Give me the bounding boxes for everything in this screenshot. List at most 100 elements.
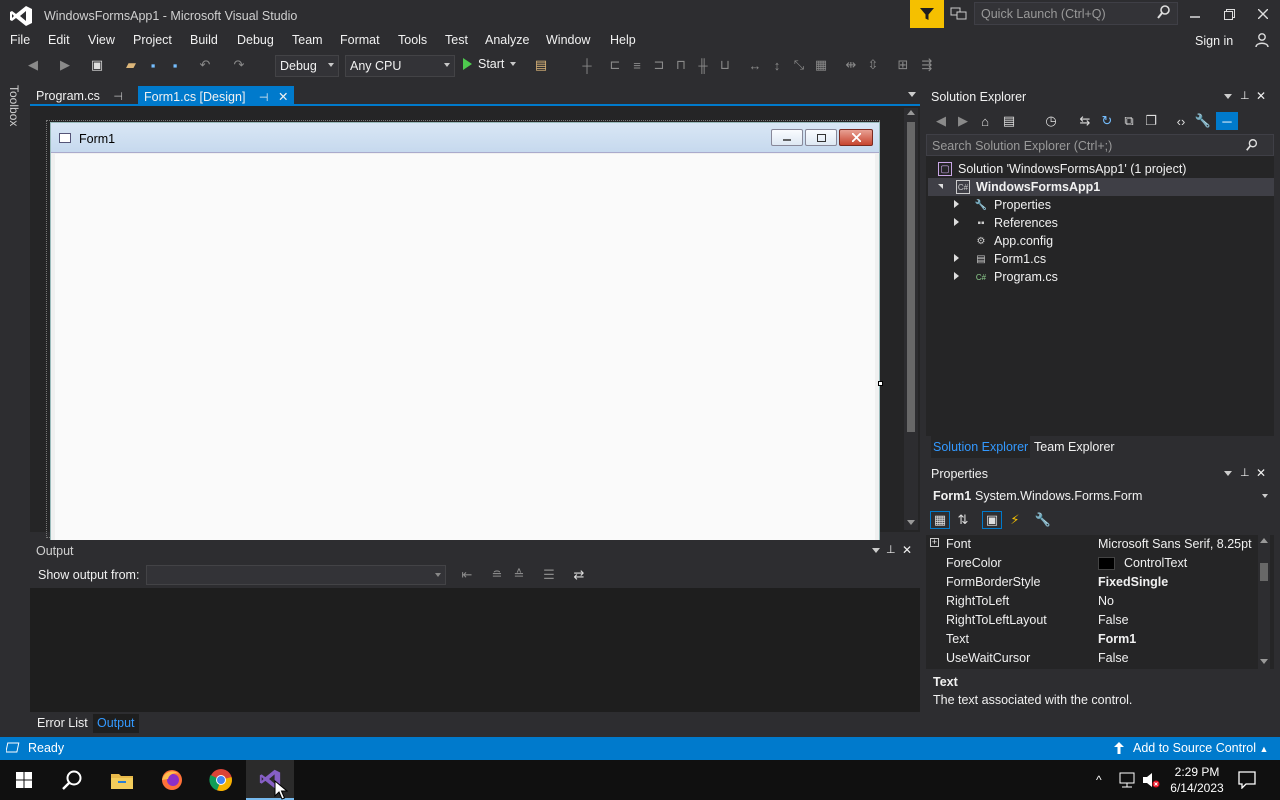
menu-format[interactable]: Format: [340, 33, 380, 47]
volume-muted-icon[interactable]: [1142, 772, 1160, 788]
scroll-up-arrow-icon[interactable]: [1260, 538, 1268, 543]
property-row[interactable]: ForeColor ControlText: [926, 554, 1254, 573]
close-window-button[interactable]: [1246, 0, 1280, 28]
scroll-up-arrow-icon[interactable]: [907, 110, 915, 115]
home-icon[interactable]: ⌂: [976, 112, 994, 130]
collapsed-arrow-icon[interactable]: [954, 272, 959, 280]
preview-selected-icon[interactable]: ─: [1216, 112, 1238, 130]
scroll-down-arrow-icon[interactable]: [1260, 659, 1268, 664]
find-message-icon[interactable]: ⇤: [458, 566, 476, 584]
new-project-icon[interactable]: ▣: [88, 56, 106, 74]
align-tops-icon[interactable]: ⊓: [672, 56, 690, 74]
make-same-width-icon[interactable]: ↔: [746, 56, 764, 74]
forward-icon[interactable]: ▶: [56, 56, 74, 74]
align-middles-icon[interactable]: ╫: [694, 56, 712, 74]
sign-in-link[interactable]: Sign in: [1195, 34, 1233, 48]
system-clock[interactable]: 2:29 PM 6/14/2023: [1164, 764, 1230, 796]
make-same-size-icon[interactable]: ⤡: [790, 56, 808, 74]
tab-solution-explorer[interactable]: Solution Explorer: [931, 436, 1031, 458]
start-button[interactable]: [0, 760, 48, 800]
toolbox-tab[interactable]: Toolbox: [7, 85, 21, 126]
close-icon[interactable]: ✕: [1256, 89, 1266, 103]
chevron-down-icon[interactable]: [1224, 471, 1232, 476]
tree-solution[interactable]: ▢ Solution 'WindowsFormsApp1' (1 project…: [938, 160, 1186, 178]
center-horizontally-icon[interactable]: ⊞: [894, 56, 912, 74]
layout-grid-icon[interactable]: ┼: [578, 56, 596, 74]
solution-config-select[interactable]: Debug: [275, 55, 339, 77]
pending-changes-icon[interactable]: ◷: [1042, 112, 1060, 130]
property-row[interactable]: FormBorderStyle FixedSingle: [926, 573, 1254, 592]
menu-build[interactable]: Build: [190, 33, 218, 47]
object-selector[interactable]: Form1 System.Windows.Forms.Form: [926, 485, 1274, 507]
account-icon[interactable]: [1254, 32, 1270, 48]
tab-team-explorer[interactable]: Team Explorer: [1034, 440, 1115, 454]
scrollbar-thumb[interactable]: [907, 122, 915, 432]
expand-plus-icon[interactable]: +: [930, 538, 939, 547]
switch-views-icon[interactable]: ▤: [1000, 112, 1018, 130]
designer-vertical-scrollbar[interactable]: [904, 108, 918, 530]
properties-scrollbar[interactable]: [1258, 535, 1270, 669]
property-row[interactable]: + Font Microsoft Sans Serif, 8.25pt: [926, 535, 1254, 554]
solution-explorer-search[interactable]: Search Solution Explorer (Ctrl+;): [926, 134, 1274, 156]
start-debugging-button[interactable]: Start: [462, 57, 517, 71]
next-message-icon[interactable]: ≙: [510, 566, 528, 584]
pin-icon[interactable]: ⊥: [1240, 466, 1250, 479]
search-icon[interactable]: [1245, 138, 1259, 152]
chevron-down-icon[interactable]: [872, 548, 880, 553]
pin-icon[interactable]: ⊣: [259, 92, 269, 104]
tree-item-form1-cs[interactable]: ▤ Form1.cs: [954, 250, 1046, 268]
menu-help[interactable]: Help: [610, 33, 636, 47]
property-row[interactable]: RightToLeftLayout False: [926, 611, 1254, 630]
file-explorer-button[interactable]: [98, 760, 146, 800]
save-icon[interactable]: ▪: [144, 56, 162, 74]
menu-test[interactable]: Test: [445, 33, 468, 47]
network-icon[interactable]: [1118, 772, 1136, 788]
expanded-arrow-icon[interactable]: [938, 184, 943, 189]
forward-icon[interactable]: ▶: [954, 112, 972, 130]
menu-file[interactable]: File: [10, 33, 30, 47]
tab-overflow-chevron-icon[interactable]: [908, 92, 916, 97]
alphabetical-icon[interactable]: ⇅: [954, 511, 972, 529]
scrollbar-thumb[interactable]: [1260, 563, 1268, 581]
solution-platform-select[interactable]: Any CPU: [345, 55, 455, 77]
notifications-icon[interactable]: [1238, 771, 1256, 789]
output-source-select[interactable]: [146, 565, 446, 585]
menu-project[interactable]: Project: [133, 33, 172, 47]
menu-edit[interactable]: Edit: [48, 33, 70, 47]
back-icon[interactable]: ◀: [24, 56, 42, 74]
view-code-icon[interactable]: ‹›: [1172, 112, 1190, 130]
tree-item-references[interactable]: ▪▪ References: [954, 214, 1058, 232]
align-lefts-icon[interactable]: ⊏: [606, 56, 624, 74]
property-pages-icon[interactable]: 🔧: [1034, 511, 1052, 529]
refresh-icon[interactable]: ↻: [1098, 112, 1116, 130]
tab-program-cs[interactable]: Program.cs ⊣: [30, 86, 129, 106]
align-bottoms-icon[interactable]: ⊔: [716, 56, 734, 74]
tree-item-properties[interactable]: 🔧 Properties: [954, 196, 1051, 214]
output-text-area[interactable]: [32, 588, 918, 712]
property-row[interactable]: RightToLeft No: [926, 592, 1254, 611]
vertical-spacing-icon[interactable]: ⇳: [864, 56, 882, 74]
add-to-source-control-button[interactable]: Add to Source Control ▲: [1133, 741, 1268, 755]
tree-project[interactable]: C# WindowsFormsApp1: [928, 178, 1274, 196]
quick-launch-input[interactable]: Quick Launch (Ctrl+Q): [974, 2, 1178, 25]
save-all-icon[interactable]: ▪: [166, 56, 184, 74]
align-rights-icon[interactable]: ⊐: [650, 56, 668, 74]
align-centers-icon[interactable]: ≡: [628, 56, 646, 74]
tab-form1-design[interactable]: Form1.cs [Design] ⊣ ✕: [138, 86, 295, 106]
pin-icon[interactable]: ⊥: [886, 543, 896, 556]
pin-icon[interactable]: ⊣: [113, 91, 123, 103]
show-hidden-icons-chevron-icon[interactable]: ^: [1096, 773, 1102, 787]
collapse-all-icon[interactable]: ⧉: [1120, 112, 1138, 130]
menu-window[interactable]: Window: [546, 33, 590, 47]
form-designer[interactable]: Form1: [30, 106, 920, 542]
sync-icon[interactable]: ⇆: [1076, 112, 1094, 130]
tree-item-app-config[interactable]: ⚙ App.config: [954, 232, 1054, 250]
events-icon[interactable]: ⚡: [1006, 511, 1024, 529]
horizontal-spacing-icon[interactable]: ⇹: [842, 56, 860, 74]
menu-view[interactable]: View: [88, 33, 115, 47]
collapsed-arrow-icon[interactable]: [954, 200, 959, 208]
clear-all-icon[interactable]: ☰: [540, 566, 558, 584]
close-icon[interactable]: ✕: [1256, 466, 1266, 480]
make-same-height-icon[interactable]: ↕: [768, 56, 786, 74]
scroll-down-arrow-icon[interactable]: [907, 520, 915, 525]
